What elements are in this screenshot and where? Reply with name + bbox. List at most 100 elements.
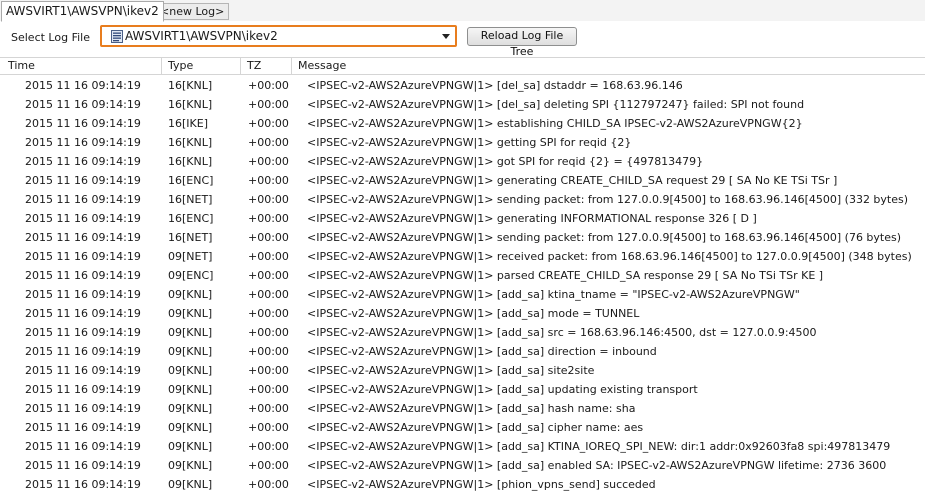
cell-message: <IPSEC-v2-AWS2AzureVPNGW|1> parsed CREAT…	[307, 269, 824, 282]
log-file-icon	[111, 30, 123, 43]
cell-message: <IPSEC-v2-AWS2AzureVPNGW|1> got SPI for …	[307, 155, 704, 168]
cell-time: 2015 11 16 09:14:19	[25, 98, 141, 111]
cell-type: 09[KNL]	[168, 440, 213, 453]
cell-tz: +00:00	[248, 193, 289, 206]
tab-new-log[interactable]: <new Log>	[155, 3, 230, 20]
cell-message: <IPSEC-v2-AWS2AzureVPNGW|1> generating C…	[307, 174, 838, 187]
column-header-type[interactable]: Type	[162, 58, 241, 75]
table-row[interactable]: 2015 11 16 09:14:19 16[KNL] +00:00 <IPSEC-v…	[0, 133, 925, 152]
table-row[interactable]: 2015 11 16 09:14:19 16[ENC] +00:00 <IPSEC-v…	[0, 209, 925, 228]
cell-type: 09[KNL]	[168, 345, 213, 358]
cell-type: 09[KNL]	[168, 421, 213, 434]
table-row[interactable]: 2015 11 16 09:14:19 09[KNL] +00:00 <IPSEC-v…	[0, 418, 925, 437]
table-row[interactable]: 2015 11 16 09:14:19 09[KNL] +00:00 <IPSEC-v…	[0, 399, 925, 418]
column-header-message[interactable]: Message	[292, 58, 925, 75]
cell-time: 2015 11 16 09:14:19	[25, 364, 141, 377]
reload-log-file-tree-button[interactable]: Reload Log File Tree	[467, 27, 577, 58]
cell-type: 09[KNL]	[168, 402, 213, 415]
cell-message: <IPSEC-v2-AWS2AzureVPNGW|1> [add_sa] upd…	[307, 383, 698, 396]
cell-time: 2015 11 16 09:14:19	[25, 402, 141, 415]
cell-type: 09[ENC]	[168, 269, 214, 282]
cell-time: 2015 11 16 09:14:19	[25, 155, 141, 168]
table-body: 2015 11 16 09:14:19 16[KNL] +00:00 <IPSEC-v…	[0, 76, 925, 494]
cell-time: 2015 11 16 09:14:19	[25, 174, 141, 187]
table-row[interactable]: 2015 11 16 09:14:19 16[KNL] +00:00 <IPSEC-v…	[0, 95, 925, 114]
cell-time: 2015 11 16 09:14:19	[25, 288, 141, 301]
cell-message: <IPSEC-v2-AWS2AzureVPNGW|1> sending pack…	[307, 231, 902, 244]
table-row[interactable]: 2015 11 16 09:14:19 16[KNL] +00:00 <IPSEC-v…	[0, 76, 925, 95]
table-row[interactable]: 2015 11 16 09:14:19 16[KNL] +00:00 <IPSEC-v…	[0, 152, 925, 171]
log-file-select[interactable]: AWSVIRT1\AWSVPN\ikev2	[100, 25, 457, 47]
cell-time: 2015 11 16 09:14:19	[25, 421, 141, 434]
table-row[interactable]: 2015 11 16 09:14:19 09[KNL] +00:00 <IPSEC-v…	[0, 437, 925, 456]
cell-type: 09[KNL]	[168, 307, 213, 320]
table-header: Time Type TZ Message	[0, 57, 925, 75]
tab-strip: AWSVIRT1\AWSVPN\ikev2 <new Log>	[0, 0, 925, 22]
cell-tz: +00:00	[248, 250, 289, 263]
chevron-down-icon[interactable]	[442, 34, 450, 39]
cell-tz: +00:00	[248, 79, 289, 92]
tab-ikev2-log[interactable]: AWSVIRT1\AWSVPN\ikev2	[1, 1, 164, 22]
table-row[interactable]: 2015 11 16 09:14:19 16[ENC] +00:00 <IPSEC-v…	[0, 171, 925, 190]
table-row[interactable]: 2015 11 16 09:14:19 09[KNL] +00:00 <IPSEC-v…	[0, 285, 925, 304]
cell-tz: +00:00	[248, 117, 289, 130]
cell-message: <IPSEC-v2-AWS2AzureVPNGW|1> [phion_vpns_…	[307, 478, 656, 491]
cell-time: 2015 11 16 09:14:19	[25, 459, 141, 472]
table-row[interactable]: 2015 11 16 09:14:19 09[KNL] +00:00 <IPSEC-v…	[0, 456, 925, 475]
cell-time: 2015 11 16 09:14:19	[25, 440, 141, 453]
cell-tz: +00:00	[248, 98, 289, 111]
cell-tz: +00:00	[248, 136, 289, 149]
cell-time: 2015 11 16 09:14:19	[25, 383, 141, 396]
cell-type: 16[ENC]	[168, 212, 214, 225]
cell-message: <IPSEC-v2-AWS2AzureVPNGW|1> [add_sa] KTI…	[307, 440, 891, 453]
table-row[interactable]: 2015 11 16 09:14:19 09[KNL] +00:00 <IPSEC-v…	[0, 361, 925, 380]
log-table: Time Type TZ Message 2015 11 16 09:14:19…	[0, 57, 925, 495]
cell-type: 09[KNL]	[168, 478, 213, 491]
cell-tz: +00:00	[248, 155, 289, 168]
cell-message: <IPSEC-v2-AWS2AzureVPNGW|1> [add_sa] ena…	[307, 459, 887, 472]
cell-type: 09[KNL]	[168, 459, 213, 472]
cell-type: 16[NET]	[168, 193, 213, 206]
cell-type: 09[KNL]	[168, 326, 213, 339]
cell-type: 16[KNL]	[168, 136, 213, 149]
table-row[interactable]: 2015 11 16 09:14:19 09[NET] +00:00 <IPSEC-v…	[0, 247, 925, 266]
table-row[interactable]: 2015 11 16 09:14:19 16[NET] +00:00 <IPSEC-v…	[0, 190, 925, 209]
table-row[interactable]: 2015 11 16 09:14:19 09[KNL] +00:00 <IPSEC-v…	[0, 475, 925, 494]
cell-tz: +00:00	[248, 402, 289, 415]
cell-message: <IPSEC-v2-AWS2AzureVPNGW|1> establishing…	[307, 117, 803, 130]
cell-tz: +00:00	[248, 364, 289, 377]
table-row[interactable]: 2015 11 16 09:14:19 09[KNL] +00:00 <IPSEC-v…	[0, 380, 925, 399]
cell-type: 16[IKE]	[168, 117, 208, 130]
cell-message: <IPSEC-v2-AWS2AzureVPNGW|1> [add_sa] mod…	[307, 307, 640, 320]
cell-time: 2015 11 16 09:14:19	[25, 231, 141, 244]
cell-time: 2015 11 16 09:14:19	[25, 212, 141, 225]
cell-time: 2015 11 16 09:14:19	[25, 269, 141, 282]
cell-message: <IPSEC-v2-AWS2AzureVPNGW|1> [add_sa] cip…	[307, 421, 644, 434]
cell-tz: +00:00	[248, 459, 289, 472]
cell-type: 16[NET]	[168, 231, 213, 244]
table-row[interactable]: 2015 11 16 09:14:19 16[NET] +00:00 <IPSEC-v…	[0, 228, 925, 247]
table-row[interactable]: 2015 11 16 09:14:19 09[KNL] +00:00 <IPSEC-v…	[0, 342, 925, 361]
cell-tz: +00:00	[248, 307, 289, 320]
cell-time: 2015 11 16 09:14:19	[25, 250, 141, 263]
cell-message: <IPSEC-v2-AWS2AzureVPNGW|1> [add_sa] src…	[307, 326, 817, 339]
cell-tz: +00:00	[248, 421, 289, 434]
column-header-time[interactable]: Time	[0, 58, 162, 75]
table-row[interactable]: 2015 11 16 09:14:19 09[KNL] +00:00 <IPSEC-v…	[0, 323, 925, 342]
cell-time: 2015 11 16 09:14:19	[25, 345, 141, 358]
cell-time: 2015 11 16 09:14:19	[25, 193, 141, 206]
cell-tz: +00:00	[248, 440, 289, 453]
table-row[interactable]: 2015 11 16 09:14:19 09[KNL] +00:00 <IPSEC-v…	[0, 304, 925, 323]
table-row[interactable]: 2015 11 16 09:14:19 16[IKE] +00:00 <IPSEC-v…	[0, 114, 925, 133]
cell-type: 16[KNL]	[168, 98, 213, 111]
cell-tz: +00:00	[248, 383, 289, 396]
cell-message: <IPSEC-v2-AWS2AzureVPNGW|1> generating I…	[307, 212, 757, 225]
cell-message: <IPSEC-v2-AWS2AzureVPNGW|1> received pac…	[307, 250, 912, 263]
cell-time: 2015 11 16 09:14:19	[25, 307, 141, 320]
log-selector-bar: Select Log File AWSVIRT1\AWSVPN\ikev2 Re…	[0, 21, 925, 58]
cell-type: 09[KNL]	[168, 364, 213, 377]
cell-type: 16[KNL]	[168, 155, 213, 168]
cell-type: 16[KNL]	[168, 79, 213, 92]
table-row[interactable]: 2015 11 16 09:14:19 09[ENC] +00:00 <IPSEC-v…	[0, 266, 925, 285]
column-header-tz[interactable]: TZ	[241, 58, 292, 75]
